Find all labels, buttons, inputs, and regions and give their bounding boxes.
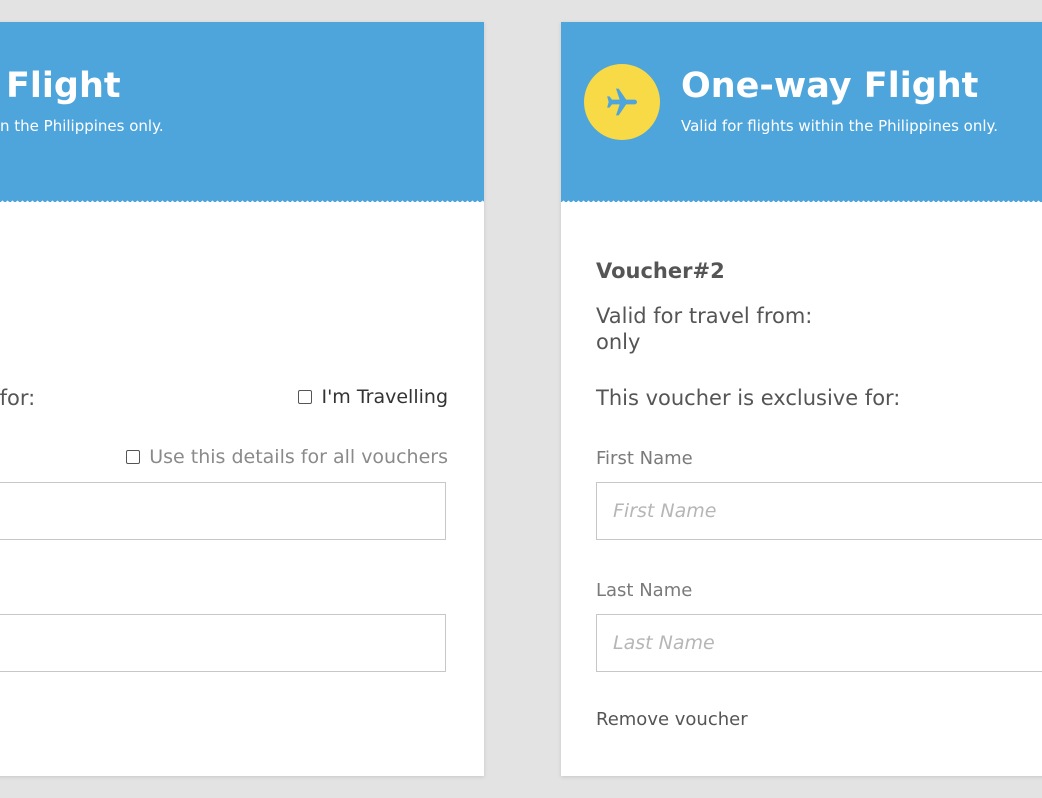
checkbox-square-icon[interactable] <box>298 390 313 404</box>
checkbox-square-icon[interactable] <box>126 450 141 464</box>
voucher-title: Flight <box>6 66 121 106</box>
use-details-for-all-label: Use this details for all vouchers <box>149 446 448 468</box>
first-name-label: First Name <box>596 448 693 469</box>
use-details-for-all-checkbox[interactable]: Use this details for all vouchers <box>126 446 448 468</box>
airplane-icon <box>607 88 637 116</box>
last-name-input[interactable] <box>0 614 446 672</box>
voucher-title: One-way Flight <box>681 66 979 106</box>
last-name-label: Last Name <box>596 580 693 601</box>
perforated-edge <box>0 200 484 204</box>
im-travelling-checkbox[interactable]: I'm Travelling <box>298 386 448 408</box>
flight-badge <box>584 64 660 140</box>
valid-travel-suffix: only <box>596 330 641 354</box>
last-name-input[interactable] <box>596 614 1042 672</box>
voucher-header: Flight n the Philippines only. <box>0 22 484 202</box>
first-name-input[interactable] <box>0 482 446 540</box>
perforated-edge <box>561 200 1042 204</box>
first-name-input[interactable] <box>596 482 1042 540</box>
voucher-card-1: Flight n the Philippines only. e for: I'… <box>0 22 484 776</box>
voucher-number: Voucher#2 <box>596 259 725 283</box>
voucher-card-2: One-way Flight Valid for flights within … <box>561 22 1042 776</box>
voucher-header: One-way Flight Valid for flights within … <box>561 22 1042 202</box>
voucher-subtitle: Valid for flights within the Philippines… <box>681 117 999 135</box>
im-travelling-label: I'm Travelling <box>321 386 448 408</box>
remove-voucher-link[interactable]: Remove voucher <box>596 709 748 730</box>
exclusive-label: e for: <box>0 386 36 410</box>
voucher-subtitle: n the Philippines only. <box>0 117 164 135</box>
exclusive-label: This voucher is exclusive for: <box>596 386 901 410</box>
valid-travel-label: Valid for travel from: <box>596 304 813 328</box>
